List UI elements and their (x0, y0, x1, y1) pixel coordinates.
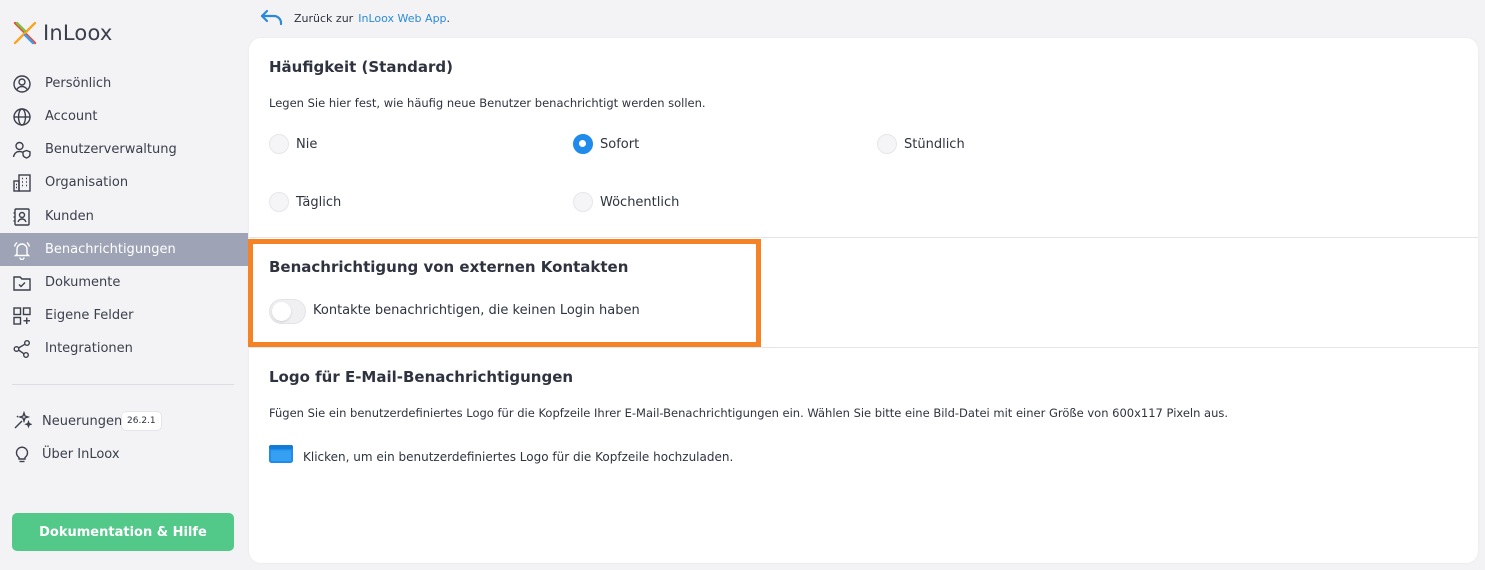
radio-circle[interactable] (269, 192, 289, 212)
sidebar-item-account[interactable]: Account (0, 100, 248, 133)
settings-card: Häufigkeit (Standard) Legen Sie hier fes… (248, 38, 1478, 563)
version-badge: 26.2.1 (122, 412, 161, 430)
frequency-title: Häufigkeit (Standard) (269, 58, 453, 76)
email-logo-title: Logo für E-Mail-Benachrichtigungen (269, 368, 574, 386)
app-logo[interactable]: InLoox (12, 19, 113, 47)
sparkle-icon (12, 411, 32, 431)
email-logo-description: Fügen Sie ein benutzerdefiniertes Logo f… (269, 406, 1229, 420)
radio-circle[interactable] (269, 134, 289, 154)
notify-external-label: Kontakte benachrichtigen, die keinen Log… (313, 303, 640, 318)
inloox-logo-icon (13, 21, 37, 45)
back-link: Zurück zur InLoox Web App. (259, 8, 450, 28)
toggle-knob (272, 302, 291, 321)
globe-icon (12, 107, 32, 127)
external-contacts-title: Benachrichtigung von externen Kontakten (269, 258, 629, 276)
radio-woechentlich[interactable]: Wöchentlich (573, 192, 679, 212)
sidebar-item-label: Über InLoox (42, 446, 120, 462)
back-link-prefix: Zurück zur (294, 11, 354, 25)
radio-sofort[interactable]: Sofort (573, 134, 639, 154)
radio-label: Nie (296, 136, 318, 152)
radio-label: Täglich (296, 194, 342, 210)
radio-circle-checked[interactable] (573, 134, 593, 154)
sidebar-item-neuerungen[interactable]: Neuerungen 26.2.1 (0, 406, 248, 436)
sidebar-item-kunden[interactable]: Kunden (0, 200, 248, 233)
folder-check-icon (12, 273, 32, 293)
sidebar-item-label: Benutzerverwaltung (45, 142, 177, 157)
user-shield-icon (12, 140, 32, 160)
back-arrow-icon[interactable] (259, 8, 285, 28)
web-app-link[interactable]: InLoox Web App (358, 12, 446, 25)
sidebar-item-label: Kunden (45, 209, 94, 224)
notify-external-toggle[interactable] (269, 299, 306, 324)
section-divider (249, 237, 1478, 238)
radio-label: Wöchentlich (600, 194, 680, 210)
bell-icon (12, 240, 32, 260)
sidebar-item-integrationen[interactable]: Integrationen (0, 332, 248, 365)
radio-circle[interactable] (877, 134, 897, 154)
sidebar-item-organisation[interactable]: Organisation (0, 166, 248, 199)
radio-stuendlich[interactable]: Stündlich (877, 134, 965, 154)
frequency-description: Legen Sie hier fest, wie häufig neue Ben… (269, 96, 706, 110)
sidebar-item-persoenlich[interactable]: Persönlich (0, 67, 248, 100)
radio-taeglich[interactable]: Täglich (269, 192, 341, 212)
documentation-help-button[interactable]: Dokumentation & Hilfe (12, 513, 234, 551)
sidebar-item-dokumente[interactable]: Dokumente (0, 266, 248, 299)
building-icon (12, 173, 32, 193)
back-link-suffix: . (446, 11, 451, 25)
highlight-box (248, 239, 761, 347)
sidebar-item-label: Account (45, 109, 98, 124)
share-nodes-icon (12, 339, 32, 359)
sidebar-item-label: Persönlich (45, 76, 112, 91)
grid-plus-icon (12, 306, 32, 326)
sidebar-item-label: Neuerungen (42, 413, 123, 429)
user-circle-icon (12, 74, 32, 94)
sidebar-item-label: Dokumente (45, 275, 121, 290)
sidebar-item-eigene-felder[interactable]: Eigene Felder (0, 299, 248, 332)
sidebar-item-ueber-inloox[interactable]: Über InLoox (0, 439, 248, 469)
radio-label: Stündlich (904, 136, 965, 152)
sidebar-item-label: Eigene Felder (45, 308, 134, 323)
upload-logo-link[interactable]: Klicken, um ein benutzerdefiniertes Logo… (303, 450, 733, 464)
sidebar-item-label: Benachrichtigungen (45, 242, 176, 257)
sidebar-item-label: Integrationen (45, 341, 133, 356)
sidebar-item-label: Organisation (45, 175, 129, 190)
lightbulb-icon (12, 444, 32, 464)
radio-label: Sofort (600, 136, 640, 152)
sidebar-item-benutzerverwaltung[interactable]: Benutzerverwaltung (0, 133, 248, 166)
sidebar-divider (12, 384, 234, 385)
sidebar: InLoox Persönlich Account Benutzerverwal… (0, 0, 248, 570)
section-divider (249, 347, 1478, 348)
sidebar-item-benachrichtigungen[interactable]: Benachrichtigungen (0, 233, 248, 266)
image-upload-icon[interactable] (269, 445, 293, 463)
logo-text: InLoox (43, 21, 113, 45)
contact-book-icon (12, 207, 32, 227)
radio-nie[interactable]: Nie (269, 134, 317, 154)
radio-circle[interactable] (573, 192, 593, 212)
